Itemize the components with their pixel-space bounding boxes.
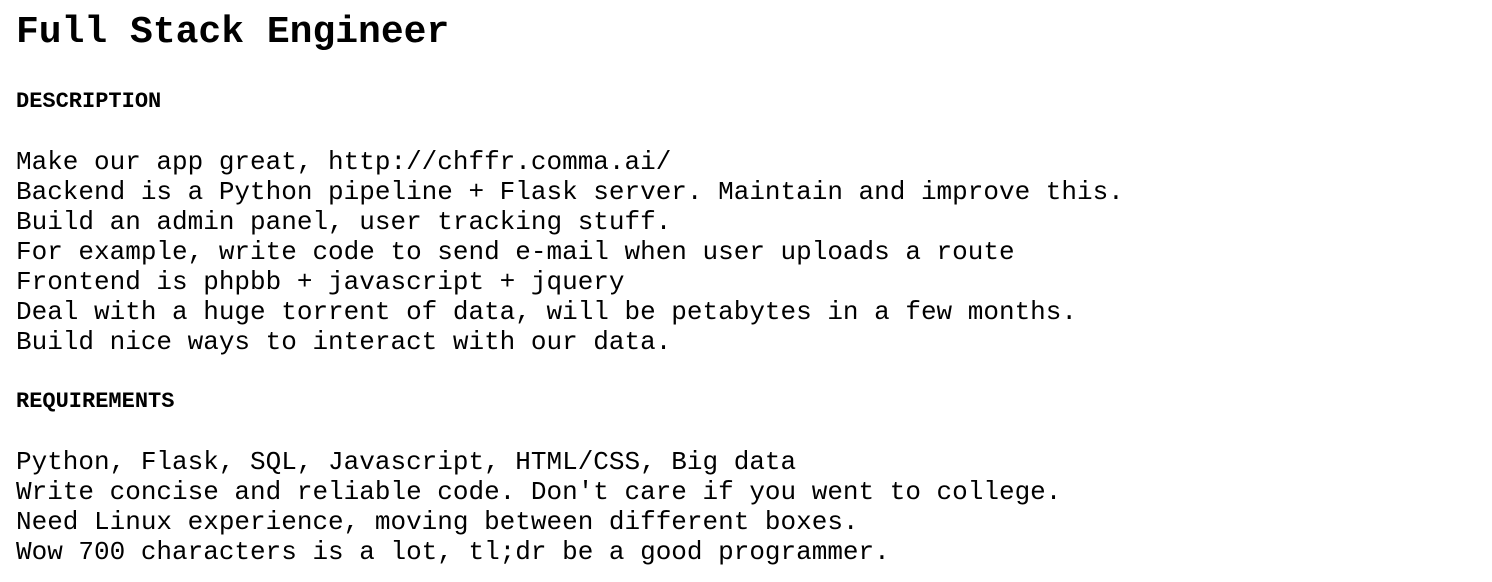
job-posting-page: Full Stack Engineer DESCRIPTION Make our… bbox=[0, 0, 1492, 582]
description-line: Deal with a huge torrent of data, will b… bbox=[16, 297, 1077, 327]
description-line: Build nice ways to interact with our dat… bbox=[16, 327, 672, 357]
requirements-line: Wow 700 characters is a lot, tl;dr be a … bbox=[16, 537, 890, 567]
description-lines: Make our app great, http://chffr.comma.a… bbox=[16, 147, 1492, 357]
description-heading: DESCRIPTION bbox=[16, 89, 162, 114]
description-line: Backend is a Python pipeline + Flask ser… bbox=[16, 177, 1124, 207]
requirements-lines: Python, Flask, SQL, Javascript, HTML/CSS… bbox=[16, 447, 1492, 567]
description-line: Make our app great, http://chffr.comma.a… bbox=[16, 147, 672, 177]
description-line: Build an admin panel, user tracking stuf… bbox=[16, 207, 672, 237]
requirements-line: Write concise and reliable code. Don't c… bbox=[16, 477, 1062, 507]
requirements-heading: REQUIREMENTS bbox=[16, 389, 175, 414]
description-line: For example, write code to send e-mail w… bbox=[16, 237, 1015, 267]
page-title: Full Stack Engineer bbox=[16, 11, 450, 54]
requirements-line: Need Linux experience, moving between di… bbox=[16, 507, 859, 537]
requirements-line: Python, Flask, SQL, Javascript, HTML/CSS… bbox=[16, 447, 797, 477]
description-line: Frontend is phpbb + javascript + jquery bbox=[16, 267, 625, 297]
